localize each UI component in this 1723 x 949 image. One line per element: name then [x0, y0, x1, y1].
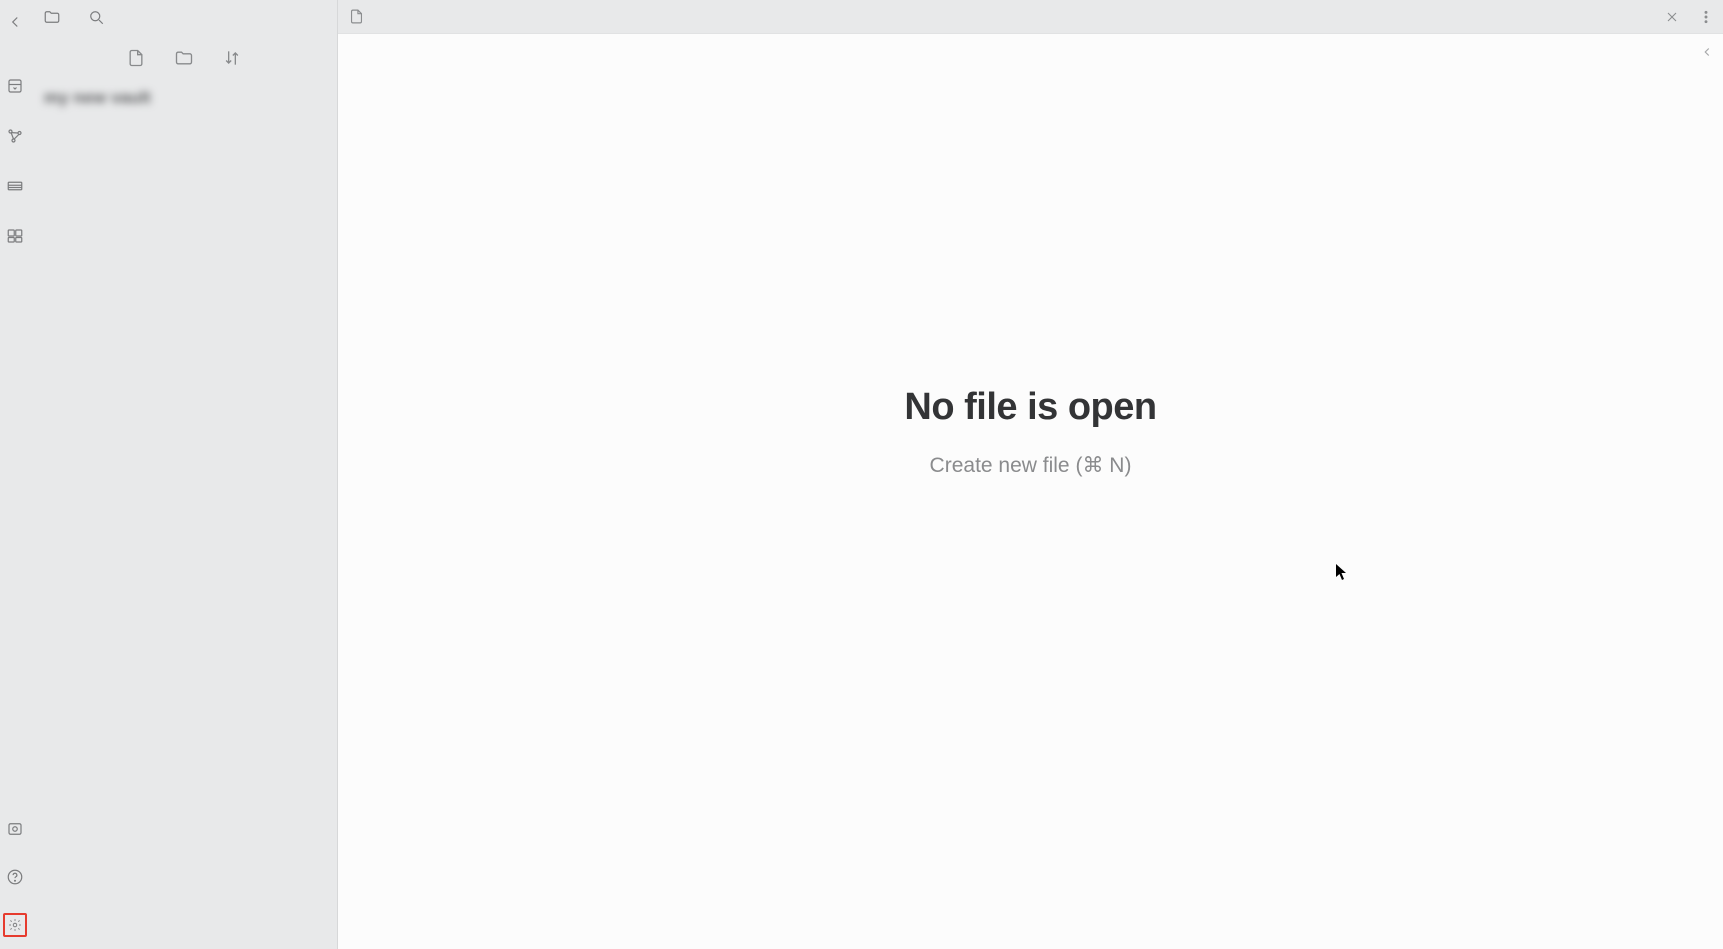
empty-state-title: No file is open	[904, 386, 1156, 429]
sidebar-tabs	[30, 0, 337, 34]
main-area: No file is open Create new file (⌘ N)	[338, 0, 1723, 949]
help-icon[interactable]	[3, 865, 27, 889]
main-tabbar	[338, 0, 1723, 34]
canvas-icon[interactable]	[3, 174, 27, 198]
sidebar-tab-files[interactable]	[30, 0, 74, 34]
collapse-left-icon[interactable]	[3, 10, 27, 34]
vault-root-item[interactable]: my new vault	[30, 82, 337, 114]
sidebar-tab-search[interactable]	[74, 0, 118, 34]
sort-icon[interactable]	[222, 48, 242, 68]
command-palette-icon[interactable]	[3, 224, 27, 248]
empty-state: No file is open Create new file (⌘ N)	[338, 34, 1723, 949]
sidebar-toolbar	[30, 34, 337, 82]
sidebar: my new vault	[30, 0, 338, 949]
more-options-icon[interactable]	[1689, 0, 1723, 34]
new-note-icon[interactable]	[126, 48, 146, 68]
new-tab-icon[interactable]	[338, 0, 374, 34]
close-tab-icon[interactable]	[1655, 0, 1689, 34]
collapse-right-icon[interactable]	[1697, 42, 1717, 62]
create-new-file-link[interactable]: Create new file (⌘ N)	[930, 453, 1132, 478]
graph-view-icon[interactable]	[3, 124, 27, 148]
open-vault-icon[interactable]	[3, 817, 27, 841]
vault-switcher-icon[interactable]	[3, 74, 27, 98]
settings-icon[interactable]	[3, 913, 27, 937]
new-folder-icon[interactable]	[174, 48, 194, 68]
left-rail	[0, 0, 30, 949]
